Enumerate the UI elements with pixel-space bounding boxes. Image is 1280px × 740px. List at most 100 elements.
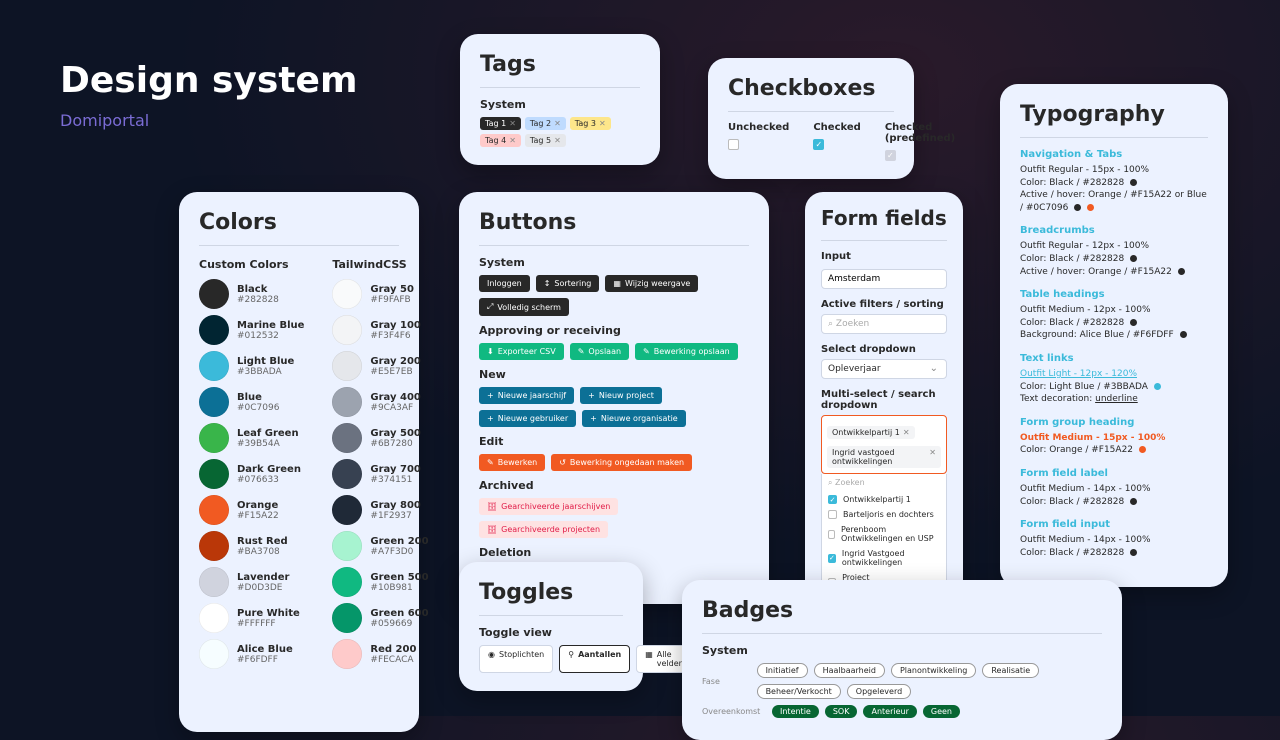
button-label: Bewerking opslaan <box>654 347 730 356</box>
tag[interactable]: Tag 5 ✕ <box>525 134 566 147</box>
button-label: Gearchiveerde projecten <box>501 525 600 534</box>
swatch-name: Lavender <box>237 572 289 583</box>
button[interactable]: Inloggen <box>479 275 530 292</box>
badges-card: Badges System FaseInitiatiefHaalbaarheid… <box>682 580 1122 740</box>
checkbox[interactable]: ✓ <box>885 150 896 161</box>
swatch-hex: #FFFFFF <box>237 619 300 629</box>
button[interactable]: 🗄Gearchiveerde jaarschijven <box>479 498 618 515</box>
multiselect-input[interactable]: Ontwikkelpartij 1 ✕ Ingrid vastgoed ontwi… <box>821 415 947 474</box>
close-icon[interactable]: ✕ <box>929 448 936 466</box>
button[interactable]: ↕Sortering <box>536 275 600 292</box>
typo-line: Outfit Medium - 14px - 100% <box>1020 483 1208 496</box>
checkbox[interactable]: ✓ <box>828 554 836 563</box>
typo-line: Color: Black / #282828 <box>1020 177 1208 190</box>
search-placeholder[interactable]: ⌕ Zoeken <box>822 474 946 492</box>
button[interactable]: ⬇Exporteer CSV <box>479 343 564 360</box>
close-icon[interactable]: ✕ <box>509 136 516 145</box>
dropdown-option[interactable]: Barteljoris en dochters <box>822 507 946 522</box>
tag[interactable]: Tag 4 ✕ <box>480 134 521 147</box>
color-swatch: Alice Blue#F6FDFF <box>199 639 304 669</box>
checkbox[interactable] <box>828 530 835 539</box>
checkbox[interactable] <box>728 139 739 150</box>
swatch-hex: #059669 <box>370 619 428 629</box>
dropdown-option[interactable]: Perenboom Ontwikkelingen en USP <box>822 522 946 546</box>
section-label: New <box>479 368 749 381</box>
close-icon[interactable]: ✕ <box>554 119 561 128</box>
checkbox[interactable]: ✓ <box>828 495 837 504</box>
typo-section: Text linksOutfit Light - 12px - 120%Colo… <box>1020 352 1208 406</box>
checkbox-label: Checked <box>813 122 861 133</box>
button[interactable]: +Nieuwe jaarschijf <box>479 387 574 404</box>
button[interactable]: ✎Bewerken <box>479 454 545 471</box>
color-dot <box>1130 319 1137 326</box>
checkbox[interactable] <box>828 510 837 519</box>
typo-section: BreadcrumbsOutfit Regular - 12px - 100%C… <box>1020 224 1208 278</box>
swatch-name: Pure White <box>237 608 300 619</box>
button-icon: ⤢ <box>487 302 493 312</box>
button[interactable]: ▦Wijzig weergave <box>605 275 698 292</box>
tag[interactable]: Tag 2 ✕ <box>525 117 566 130</box>
button-icon: + <box>590 414 597 423</box>
divider <box>1020 137 1208 138</box>
button[interactable]: ↺Bewerking ongedaan maken <box>551 454 692 471</box>
search-input[interactable]: ⌕ Zoeken <box>821 314 947 334</box>
badge: Planontwikkeling <box>891 663 976 678</box>
close-icon[interactable]: ✕ <box>509 119 516 128</box>
close-icon[interactable]: ✕ <box>903 428 910 437</box>
button-label: Sortering <box>554 279 591 288</box>
button[interactable]: ✎Bewerking opslaan <box>635 343 738 360</box>
typo-line: Color: Black / #282828 <box>1020 317 1208 330</box>
color-swatch: Gray 50#F9FAFB <box>332 279 428 309</box>
button-icon: ↺ <box>559 458 566 467</box>
tag[interactable]: Tag 3 ✕ <box>570 117 611 130</box>
checkbox[interactable]: ✓ <box>813 139 824 150</box>
typo-line: Outfit Medium - 12px - 100% <box>1020 304 1208 317</box>
typo-section: Form field inputOutfit Medium - 14px - 1… <box>1020 518 1208 559</box>
chip[interactable]: Ingrid vastgoed ontwikkelingen ✕ <box>827 446 941 468</box>
swatch-hex: #F9FAFB <box>370 295 414 305</box>
close-icon[interactable]: ✕ <box>554 136 561 145</box>
tag[interactable]: Tag 1 ✕ <box>480 117 521 130</box>
divider <box>479 245 749 246</box>
button[interactable]: +Nieuwe organisatie <box>582 410 686 427</box>
button-icon: + <box>487 391 494 400</box>
text-input[interactable] <box>821 269 947 289</box>
swatch-name: Dark Green <box>237 464 301 475</box>
button[interactable]: +Nieuwe gebruiker <box>479 410 576 427</box>
swatch-circle <box>199 423 229 453</box>
color-swatch: Pure White#FFFFFF <box>199 603 304 633</box>
button-icon: ✎ <box>578 347 585 356</box>
button[interactable]: +Nieuw project <box>580 387 662 404</box>
color-dot <box>1178 268 1185 275</box>
toggle-label: Alle velden <box>657 650 684 668</box>
color-swatch: Marine Blue#012532 <box>199 315 304 345</box>
dropdown-option[interactable]: ✓Ingrid Vastgoed ontwikkelingen <box>822 546 946 570</box>
button[interactable]: ✎Opslaan <box>570 343 629 360</box>
color-swatch: Green 200#A7F3D0 <box>332 531 428 561</box>
swatch-hex: #A7F3D0 <box>370 547 428 557</box>
close-icon[interactable]: ✕ <box>599 119 606 128</box>
input-label: Input <box>821 251 947 262</box>
button-label: Opslaan <box>588 347 621 356</box>
button[interactable]: ⤢Volledig scherm <box>479 298 569 316</box>
button-icon: ↕ <box>544 279 551 288</box>
toggle-option[interactable]: ⚲Aantallen <box>559 645 630 673</box>
typo-title: Navigation & Tabs <box>1020 148 1208 162</box>
badge: Opgeleverd <box>847 684 911 699</box>
select-dropdown[interactable]: Opleverjaar <box>821 359 947 379</box>
search-label: Active filters / sorting <box>821 299 947 310</box>
chip[interactable]: Ontwikkelpartij 1 ✕ <box>827 426 915 439</box>
swatch-name: Gray 200 <box>370 356 420 367</box>
badge: SOK <box>825 705 858 718</box>
toggle-option[interactable]: ◉Stoplichten <box>479 645 553 673</box>
page-subtitle: Domiportal <box>60 111 357 130</box>
button[interactable]: 🗄Gearchiveerde projecten <box>479 521 608 538</box>
swatch-hex: #012532 <box>237 331 304 341</box>
badge-row: FaseInitiatiefHaalbaarheidPlanontwikkeli… <box>702 663 1102 699</box>
typo-title: Table headings <box>1020 288 1208 302</box>
swatch-circle <box>332 567 362 597</box>
divider <box>702 633 1102 634</box>
dropdown-option[interactable]: ✓Ontwikkelpartij 1 <box>822 492 946 507</box>
select-label: Select dropdown <box>821 344 947 355</box>
page-header: Design system Domiportal <box>60 60 357 130</box>
